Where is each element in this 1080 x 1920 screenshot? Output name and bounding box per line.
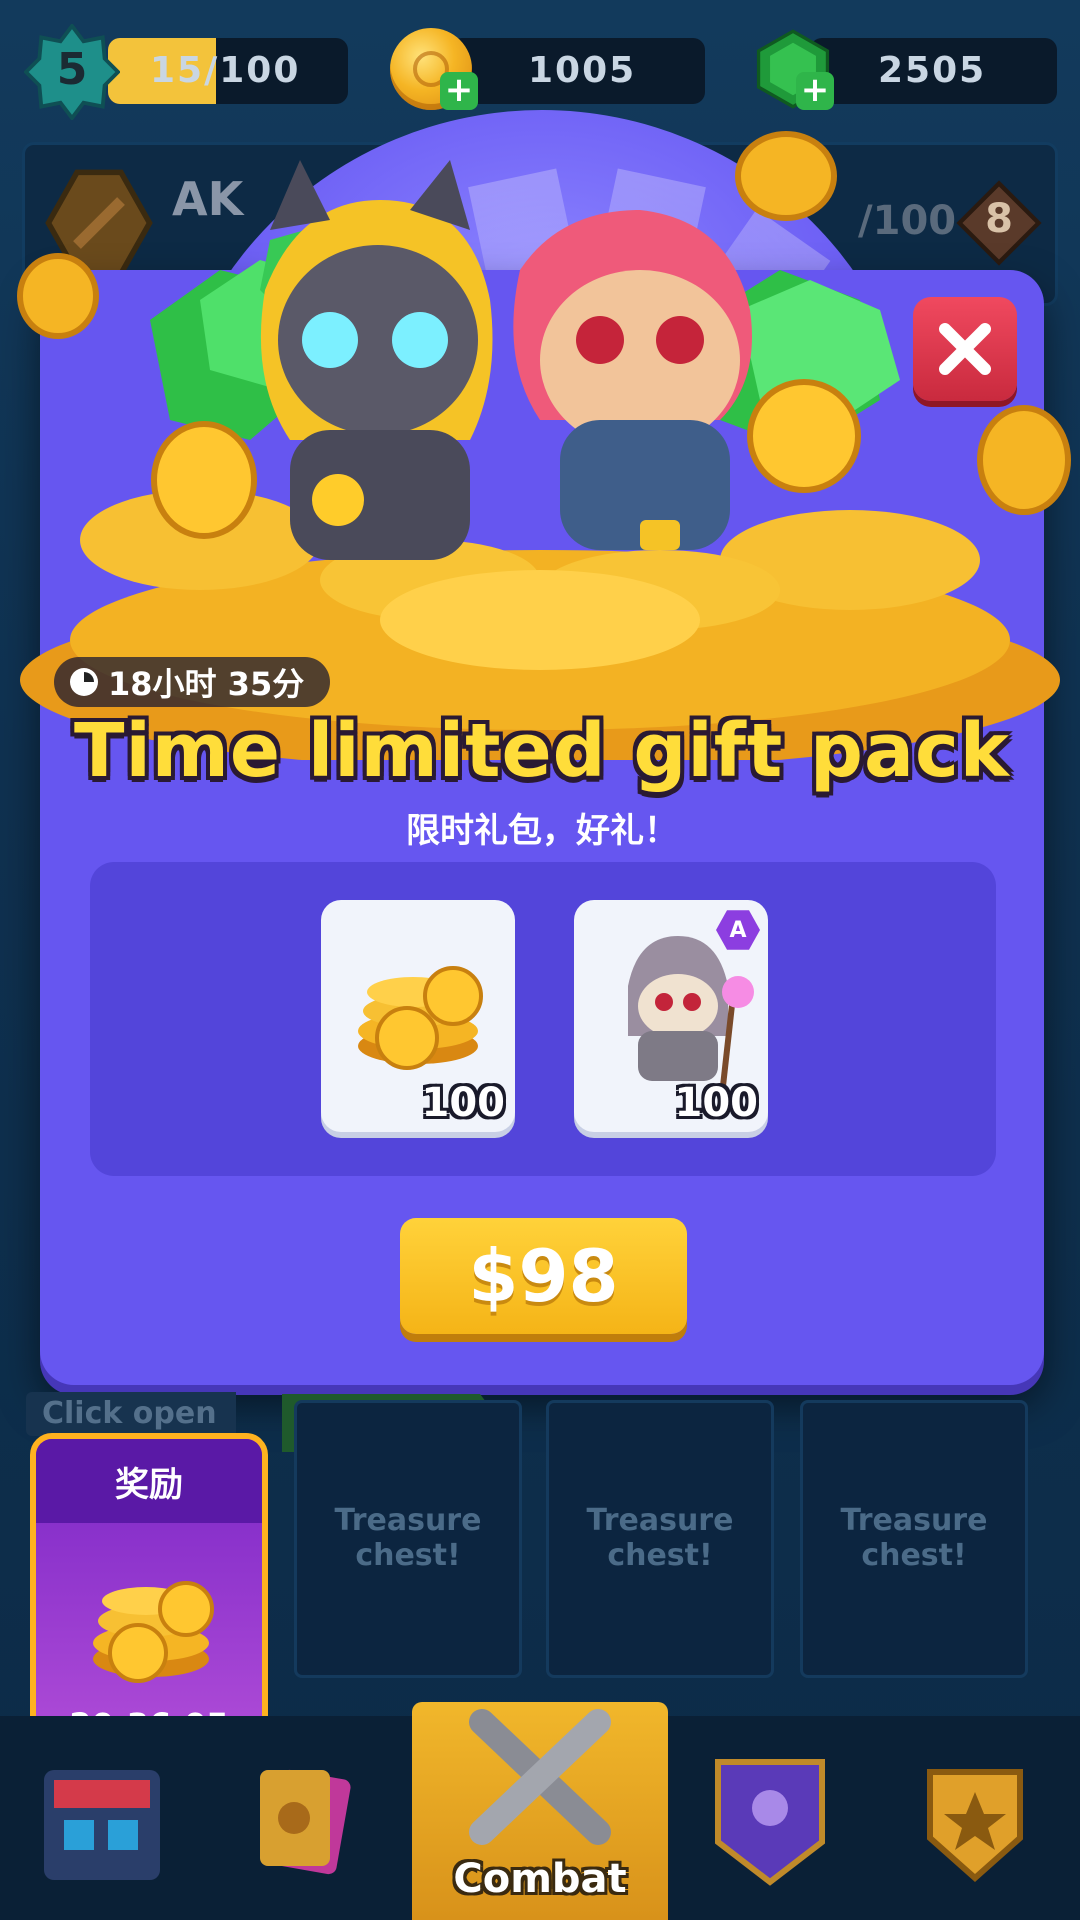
add-gems-button[interactable]: + — [796, 72, 834, 110]
nav-combat-label: Combat — [453, 1856, 627, 1902]
yellow-cat-character-icon — [260, 160, 493, 560]
nav-cards-button[interactable] — [244, 1760, 364, 1880]
star-shield-icon — [927, 1769, 1023, 1883]
buy-button[interactable]: $98 — [400, 1218, 687, 1334]
shop-icon — [54, 1780, 150, 1850]
timed-reward-header: 奖励 — [36, 1439, 262, 1523]
popup-subtitle: 限时礼包，好礼！ — [406, 811, 678, 851]
social-shield-icon — [715, 1759, 825, 1886]
timer-pill: 18小时 35分 — [54, 657, 330, 707]
coin-stack-icon — [358, 966, 483, 1070]
close-icon — [939, 323, 991, 375]
reward-quantity: 100 — [421, 1080, 506, 1126]
reward-quantity: 100 — [674, 1080, 759, 1126]
coins-value: 1005 — [528, 50, 637, 91]
close-button[interactable] — [913, 297, 1017, 401]
wizard-character-icon — [628, 936, 754, 1087]
add-coins-button[interactable]: + — [440, 72, 478, 110]
level-number: 5 — [56, 44, 88, 95]
crossed-swords-icon — [469, 1709, 611, 1845]
rewards-box — [90, 862, 996, 1176]
reward-card-character[interactable]: A 100 — [574, 900, 768, 1132]
popup-title: Time limited gift pack — [73, 708, 1011, 794]
nav-shop-button[interactable] — [44, 1770, 160, 1880]
nav-rank-button[interactable] — [900, 1758, 1050, 1888]
cards-icon — [260, 1769, 351, 1875]
gems-value: 2505 — [878, 50, 987, 91]
reward-card-coins[interactable]: 100 — [321, 900, 515, 1132]
click-open-label: Click open — [26, 1392, 236, 1436]
xp-text: 15/100 — [150, 50, 301, 91]
timer-text: 18小时 35分 — [108, 665, 305, 703]
chest-slot[interactable]: Treasure chest! — [800, 1400, 1028, 1678]
coin-stack-icon — [93, 1581, 214, 1683]
clock-icon — [70, 668, 98, 696]
nav-social-button[interactable] — [708, 1752, 832, 1888]
squirrel-character-icon — [513, 210, 752, 550]
chest-slot[interactable]: Treasure chest! — [294, 1400, 522, 1678]
chest-slot[interactable]: Treasure chest! — [546, 1400, 774, 1678]
